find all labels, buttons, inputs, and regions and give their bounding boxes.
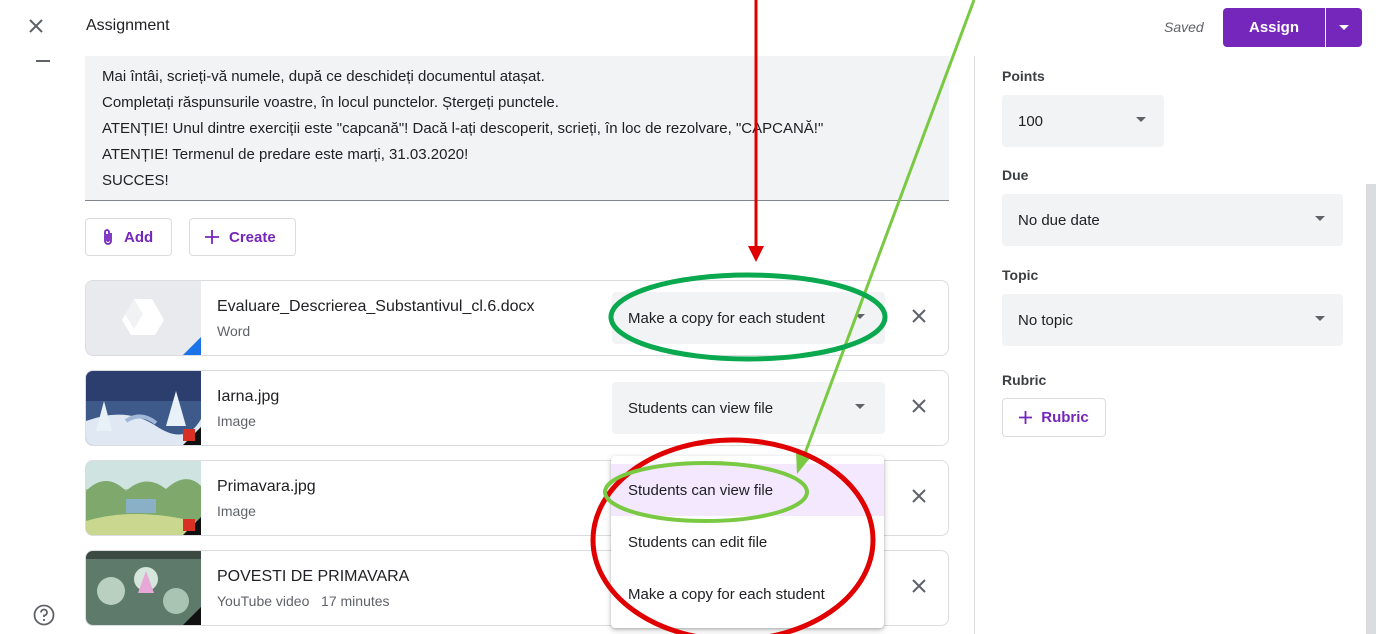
caret-down-icon	[855, 404, 865, 409]
video-thumbnail	[86, 551, 201, 625]
instruction-line: ATENȚIE! Termenul de predare este marți,…	[102, 146, 469, 163]
attachment-name[interactable]: POVESTI DE PRIMAVARA	[217, 568, 409, 586]
caret-down-icon	[855, 314, 865, 319]
create-button[interactable]: Create	[189, 218, 296, 256]
due-select[interactable]: No due date	[1002, 194, 1343, 246]
attachment-name[interactable]: Iarna.jpg	[217, 388, 279, 406]
permission-select[interactable]: Make a copy for each student	[612, 292, 885, 344]
attachment-type: Word	[217, 323, 251, 339]
topic-value: No topic	[1018, 311, 1074, 329]
drive-file-thumbnail	[86, 281, 201, 355]
caret-down-icon	[1136, 117, 1146, 122]
attachment-type: YouTube video 17 minutes	[217, 593, 390, 609]
assign-button[interactable]: Assign	[1223, 8, 1325, 47]
rubric-label: Rubric	[1002, 372, 1047, 388]
points-value: 100	[1018, 112, 1044, 130]
caret-down-icon	[1315, 216, 1325, 221]
attachment-name[interactable]: Primavara.jpg	[217, 478, 316, 496]
remove-attachment-icon[interactable]	[910, 307, 928, 325]
image-thumbnail	[86, 371, 201, 445]
add-label: Add	[124, 228, 154, 246]
paperclip-icon	[102, 228, 114, 246]
attachment-type: Image	[217, 413, 256, 429]
attachment-card[interactable]: Iarna.jpg Image Students can view file	[85, 370, 949, 446]
caret-down-icon	[1315, 316, 1325, 321]
points-label: Points	[1002, 68, 1045, 84]
permission-value: Make a copy for each student	[628, 309, 825, 327]
create-label: Create	[229, 228, 276, 246]
instructions-field[interactable]: Mai întâi, scrieți-vă numele, după ce de…	[85, 54, 949, 201]
close-icon[interactable]	[24, 14, 48, 38]
instruction-line: Completați răspunsurile voastre, în locu…	[102, 94, 559, 111]
remove-attachment-icon[interactable]	[910, 397, 928, 415]
due-value: No due date	[1018, 211, 1100, 229]
menu-item-view[interactable]: Students can view file	[611, 464, 884, 516]
add-rubric-button[interactable]: Rubric	[1002, 398, 1106, 437]
due-label: Due	[1002, 167, 1029, 183]
remove-attachment-icon[interactable]	[910, 577, 928, 595]
instruction-line: SUCCES!	[102, 172, 169, 189]
menu-item-edit[interactable]: Students can edit file	[611, 516, 884, 568]
instruction-line: ATENȚIE! Unul dintre exerciții este "cap…	[102, 120, 824, 137]
image-thumbnail	[86, 461, 201, 535]
attachment-name[interactable]: Evaluare_Descrierea_Substantivul_cl.6.do…	[217, 298, 535, 316]
caret-down-icon	[1339, 24, 1349, 30]
assign-options-button[interactable]	[1326, 8, 1362, 47]
add-button[interactable]: Add	[85, 218, 172, 256]
menu-item-copy[interactable]: Make a copy for each student	[611, 568, 884, 620]
topic-select[interactable]: No topic	[1002, 294, 1343, 346]
points-select[interactable]: 100	[1002, 95, 1164, 147]
attachment-type: Image	[217, 503, 256, 519]
topic-label: Topic	[1002, 267, 1039, 283]
page-title: Assignment	[86, 17, 170, 34]
permission-value: Students can view file	[628, 399, 774, 417]
top-bar: Assignment Saved Assign	[0, 0, 1376, 56]
permission-select[interactable]: Students can view file	[612, 382, 885, 434]
description-icon	[36, 60, 50, 62]
remove-attachment-icon[interactable]	[910, 487, 928, 505]
saved-status: Saved	[1164, 19, 1204, 35]
plus-icon	[205, 230, 219, 244]
instruction-line: Mai întâi, scrieți-vă numele, după ce de…	[102, 68, 545, 85]
attachment-card[interactable]: Evaluare_Descrierea_Substantivul_cl.6.do…	[85, 280, 949, 356]
scrollbar[interactable]	[1366, 184, 1376, 634]
permission-menu: Students can view file Students can edit…	[611, 456, 884, 628]
help-icon[interactable]	[33, 604, 55, 626]
plus-icon	[1019, 411, 1033, 424]
rubric-button-label: Rubric	[1041, 409, 1089, 426]
